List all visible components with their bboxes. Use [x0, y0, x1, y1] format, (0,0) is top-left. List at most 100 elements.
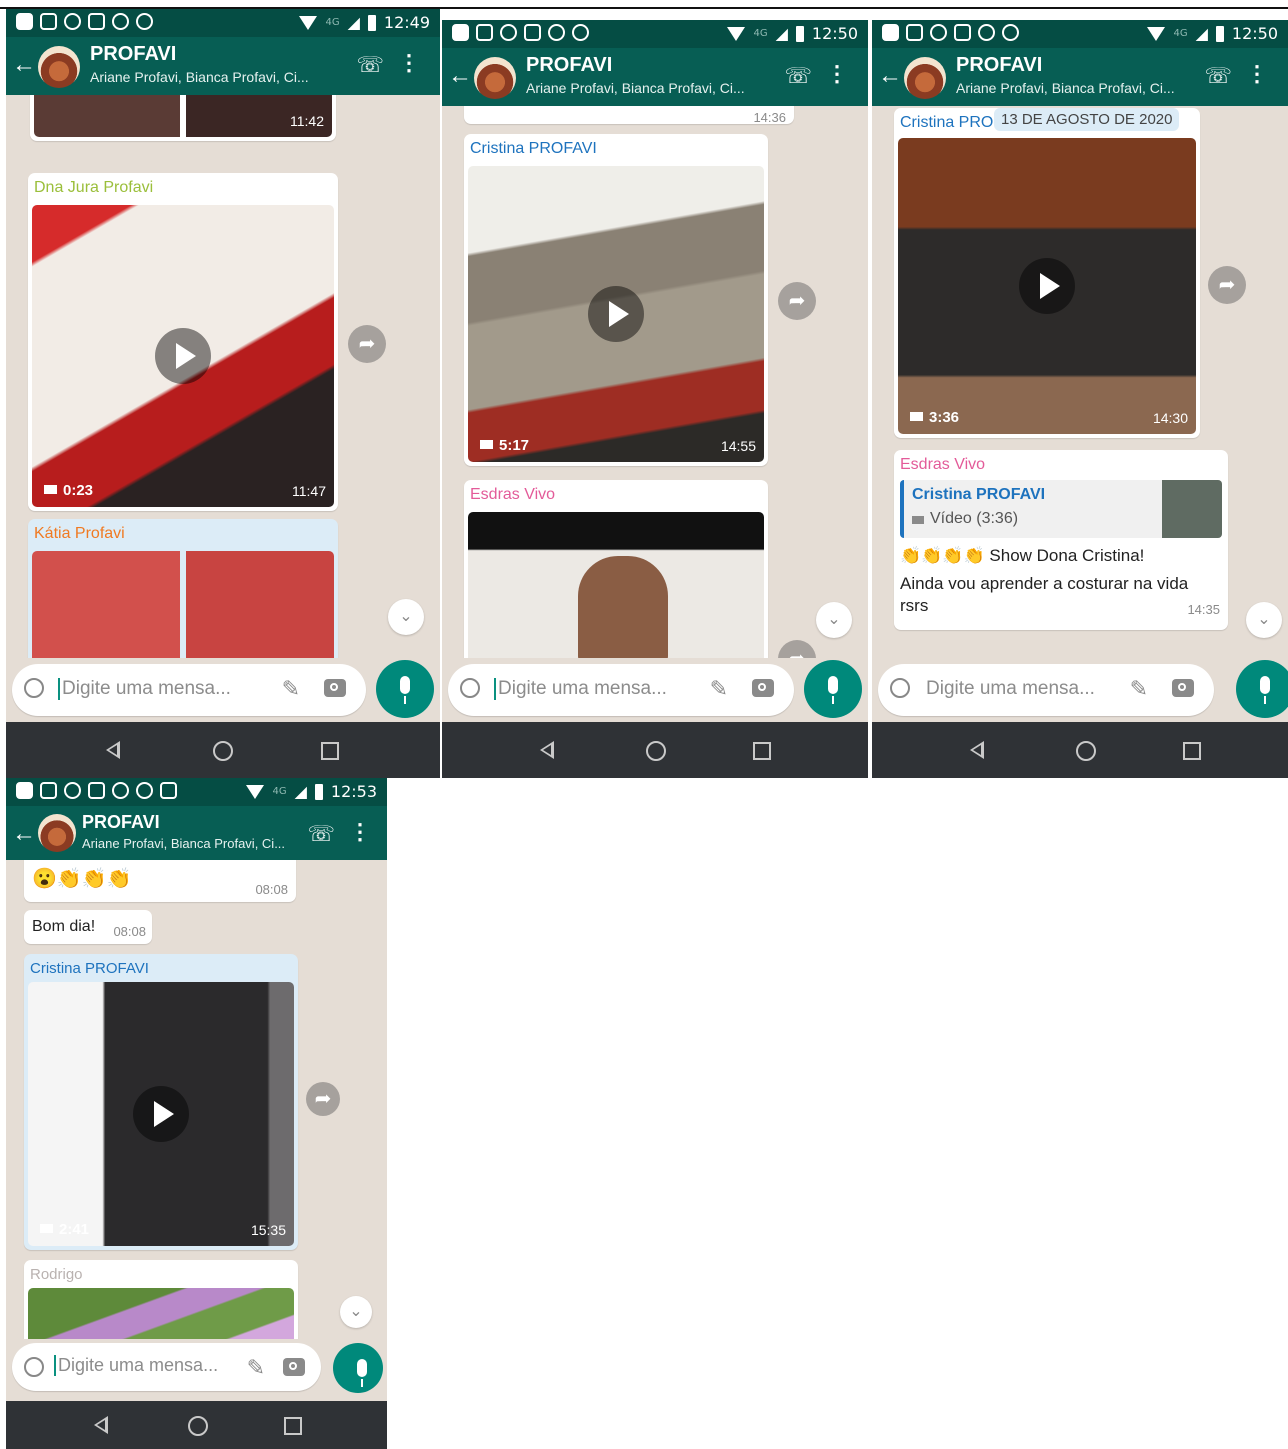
camera-icon[interactable]	[1172, 679, 1194, 697]
mic-icon[interactable]	[1236, 660, 1288, 718]
quoted-message[interactable]: Cristina PROFAVI Vídeo (3:36)	[900, 480, 1222, 538]
sender-name[interactable]: Kátia Profavi	[34, 525, 125, 543]
more-options-icon[interactable]: ⋮	[826, 61, 848, 87]
nav-recents-icon[interactable]	[321, 742, 339, 760]
add-call-icon[interactable]: ☏	[784, 63, 812, 89]
forward-icon[interactable]: ➦	[348, 325, 386, 363]
more-options-icon[interactable]: ⋮	[1246, 61, 1268, 87]
sender-name[interactable]: Cristina PRO	[900, 114, 993, 132]
message-input[interactable]: Digite uma mensa... ✎	[12, 664, 366, 716]
group-title[interactable]: PROFAVI	[956, 54, 1042, 77]
image-message[interactable]: Rodrigo	[24, 1260, 298, 1339]
video-thumbnail[interactable]	[468, 512, 764, 658]
chat-area[interactable]: 😮👏👏👏 08:08 Bom dia! 08:08 Cristina PROFA…	[6, 860, 387, 1339]
message-input[interactable]: Digite uma mensa... ✎	[878, 664, 1214, 716]
scroll-down-icon[interactable]: ⌄	[340, 1296, 372, 1328]
nav-recents-icon[interactable]	[753, 742, 771, 760]
message-placeholder[interactable]: Digite uma mensa...	[58, 678, 231, 700]
emoji-icon[interactable]	[24, 1357, 44, 1377]
group-avatar[interactable]	[904, 57, 946, 99]
nav-home-icon[interactable]	[646, 741, 666, 761]
text-message[interactable]: 14:36	[464, 106, 794, 125]
nav-home-icon[interactable]	[213, 741, 233, 761]
group-title[interactable]: PROFAVI	[90, 43, 176, 66]
video-thumbnail[interactable]: 2:41 15:35	[28, 982, 294, 1246]
mic-icon[interactable]	[804, 660, 862, 718]
message-placeholder[interactable]: Digite uma mensa...	[924, 678, 1095, 700]
group-members[interactable]: Ariane Profavi, Bianca Profavi, Ci...	[526, 80, 745, 96]
forward-icon[interactable]: ➦	[778, 282, 816, 320]
play-icon[interactable]	[133, 1086, 189, 1142]
add-call-icon[interactable]: ☏	[356, 52, 384, 78]
nav-home-icon[interactable]	[1076, 741, 1096, 761]
back-arrow-icon[interactable]: ←	[12, 51, 36, 79]
attach-icon[interactable]: ✎	[710, 676, 728, 702]
video-message[interactable]: Esdras Vivo	[464, 480, 768, 658]
forward-icon[interactable]: ➦	[306, 1082, 340, 1116]
sender-name[interactable]: Cristina PROFAVI	[30, 960, 149, 977]
group-members[interactable]: Ariane Profavi, Bianca Profavi, Ci...	[956, 80, 1175, 96]
attach-icon[interactable]: ✎	[247, 1355, 265, 1381]
attach-icon[interactable]: ✎	[1130, 676, 1148, 702]
text-message[interactable]: Bom dia! 08:08	[24, 910, 152, 944]
nav-back-icon[interactable]	[540, 741, 554, 759]
chat-area[interactable]: 11:42 Dna Jura Profavi 0:23 11:47 ➦ Káti…	[6, 95, 440, 658]
add-call-icon[interactable]: ☏	[1204, 63, 1232, 89]
video-message[interactable]: Cristina PROFAVI 5:17 14:55	[464, 134, 768, 466]
message-input[interactable]: Digite uma mensa... ✎	[448, 664, 794, 716]
nav-back-icon[interactable]	[94, 1416, 108, 1434]
video-thumbnail-pair[interactable]: 11:42	[34, 95, 332, 137]
image-message[interactable]: Kátia Profavi	[28, 519, 338, 658]
nav-back-icon[interactable]	[970, 741, 984, 759]
attach-icon[interactable]: ✎	[282, 676, 300, 702]
back-arrow-icon[interactable]: ←	[448, 62, 472, 90]
chat-area[interactable]: 14:36 Cristina PROFAVI 5:17 14:55 ➦ Esdr…	[442, 106, 868, 658]
emoji-icon[interactable]	[24, 678, 44, 698]
sender-name[interactable]: Rodrigo	[30, 1266, 83, 1283]
message-input[interactable]: Digite uma mensa... ✎	[12, 1343, 321, 1391]
message-placeholder[interactable]: Digite uma mensa...	[54, 1355, 218, 1376]
group-members[interactable]: Ariane Profavi, Bianca Profavi, Ci...	[90, 69, 309, 85]
sender-name[interactable]: Esdras Vivo	[470, 486, 555, 504]
sender-name[interactable]: Dna Jura Profavi	[34, 179, 153, 197]
group-avatar[interactable]	[38, 46, 80, 88]
forward-icon[interactable]: ➦	[1208, 266, 1246, 304]
mic-icon[interactable]	[333, 1343, 383, 1393]
chat-area[interactable]: Cristina PRO 3:36 14:30 13 DE AGOSTO DE …	[872, 106, 1288, 658]
video-message[interactable]: Dna Jura Profavi 0:23 11:47	[28, 173, 338, 511]
group-members[interactable]: Ariane Profavi, Bianca Profavi, Ci...	[82, 836, 285, 851]
sender-name[interactable]: Cristina PROFAVI	[470, 140, 597, 158]
group-title[interactable]: PROFAVI	[82, 812, 160, 833]
nav-recents-icon[interactable]	[284, 1417, 302, 1435]
back-arrow-icon[interactable]: ←	[878, 62, 902, 90]
image-thumbnail[interactable]	[28, 1288, 294, 1339]
sender-name[interactable]: Esdras Vivo	[900, 456, 985, 474]
video-thumbnail[interactable]: 0:23 11:47	[32, 205, 334, 507]
reply-message[interactable]: Esdras Vivo Cristina PROFAVI Vídeo (3:36…	[894, 450, 1228, 630]
nav-home-icon[interactable]	[188, 1416, 208, 1436]
scroll-down-icon[interactable]: ⌄	[388, 599, 424, 635]
video-message[interactable]: Cristina PROFAVI 2:41 15:35	[24, 954, 298, 1250]
group-avatar[interactable]	[474, 57, 516, 99]
camera-icon[interactable]	[283, 1358, 305, 1376]
more-options-icon[interactable]: ⋮	[398, 50, 420, 76]
more-options-icon[interactable]: ⋮	[349, 819, 371, 845]
message-placeholder[interactable]: Digite uma mensa...	[494, 678, 667, 700]
scroll-down-icon[interactable]: ⌄	[1246, 602, 1282, 638]
video-message[interactable]: Cristina PRO 3:36 14:30	[894, 108, 1200, 438]
play-icon[interactable]	[1019, 258, 1075, 314]
play-icon[interactable]	[155, 328, 211, 384]
nav-back-icon[interactable]	[106, 741, 120, 759]
image-thumbnail-pair[interactable]	[32, 551, 334, 658]
emoji-message[interactable]: 😮👏👏👏 08:08	[24, 860, 296, 902]
back-arrow-icon[interactable]: ←	[12, 820, 36, 848]
emoji-icon[interactable]	[890, 678, 910, 698]
camera-icon[interactable]	[324, 679, 346, 697]
video-thumbnail[interactable]: 3:36 14:30	[898, 138, 1196, 434]
play-icon[interactable]	[588, 286, 644, 342]
forward-icon[interactable]: ➦	[778, 640, 816, 658]
group-title[interactable]: PROFAVI	[526, 54, 612, 77]
video-message[interactable]: 11:42	[30, 95, 336, 141]
mic-icon[interactable]	[376, 660, 434, 718]
add-call-icon[interactable]: ☏	[307, 821, 335, 847]
